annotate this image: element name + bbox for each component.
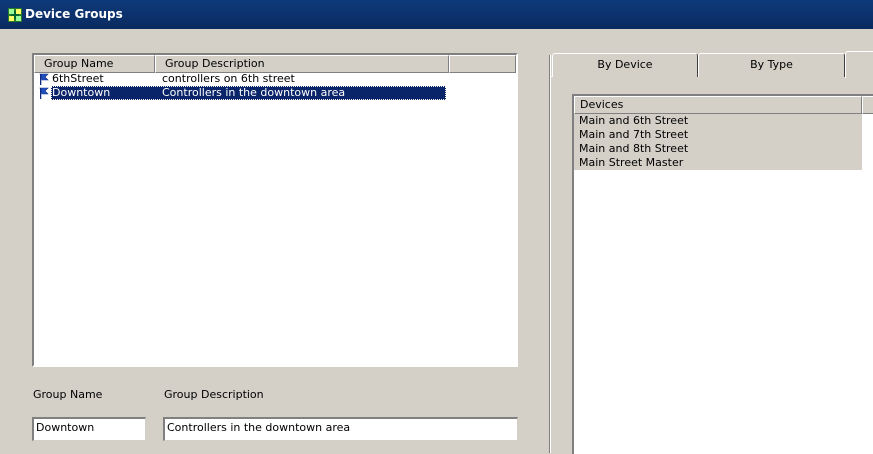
tab-third[interactable] — [845, 51, 873, 78]
device-item[interactable]: Main and 7th Street — [574, 128, 862, 142]
title-bar: Device Groups — [0, 0, 873, 29]
column-header-empty[interactable] — [449, 55, 516, 73]
group-name-cell: Downtown — [52, 86, 111, 99]
column-header-group-name[interactable]: Group Name — [34, 55, 155, 73]
devices-rows: Main and 6th Street Main and 7th Street … — [574, 114, 862, 170]
group-name-field[interactable]: Downtown — [32, 417, 146, 441]
flag-icon — [39, 87, 49, 99]
column-header-group-description[interactable]: Group Description — [155, 55, 449, 73]
devices-column-header-extra[interactable] — [862, 96, 873, 114]
group-description-cell: controllers on 6th street — [162, 72, 295, 85]
group-description-field[interactable]: Controllers in the downtown area — [163, 417, 518, 441]
groups-list-header: Group Name Group Description — [34, 55, 516, 73]
groups-list[interactable]: Group Name Group Description 6thStreet c… — [32, 53, 518, 367]
tab-by-device[interactable]: By Device — [552, 53, 698, 77]
tab-by-type[interactable]: By Type — [698, 53, 845, 77]
group-name-label: Group Name — [33, 388, 103, 401]
panel-divider-highlight — [550, 55, 551, 453]
group-description-label: Group Description — [164, 388, 264, 401]
device-item[interactable]: Main and 8th Street — [574, 142, 862, 156]
window-title: Device Groups — [25, 7, 123, 21]
devices-list[interactable]: Devices Main and 6th Street Main and 7th… — [572, 94, 873, 454]
device-groups-icon — [8, 8, 22, 22]
group-row-downtown[interactable]: Downtown Controllers in the downtown are… — [34, 86, 446, 100]
device-item[interactable]: Main Street Master — [574, 156, 862, 170]
group-description-cell: Controllers in the downtown area — [162, 86, 346, 99]
group-name-cell: 6thStreet — [52, 72, 104, 85]
devices-column-header[interactable]: Devices — [574, 96, 862, 114]
device-item[interactable]: Main and 6th Street — [574, 114, 862, 128]
group-row-6thstreet[interactable]: 6thStreet controllers on 6th street — [34, 72, 295, 86]
flag-icon — [39, 73, 49, 85]
